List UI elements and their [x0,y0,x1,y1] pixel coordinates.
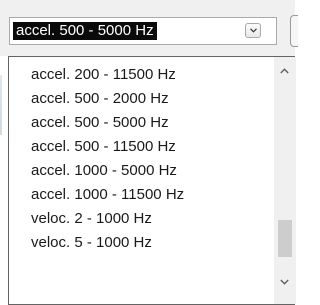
list-item[interactable]: accel. 500 - 5000 Hz [9,111,274,135]
list-item[interactable]: accel. 500 - 2000 Hz [9,87,274,111]
list-item[interactable]: veloc. 5 - 1000 Hz [9,231,274,255]
list-item[interactable]: accel. 500 - 11500 Hz [9,135,274,159]
dropdown-list[interactable]: accel. 200 - 11500 Hz accel. 500 - 2000 H… [8,56,296,305]
scroll-up-icon[interactable] [280,68,289,74]
filter-range-combobox[interactable]: accel. 500 - 5000 Hz [9,17,277,45]
adjacent-control-edge[interactable] [290,15,298,47]
vertical-scrollbar[interactable] [274,57,296,304]
toolbar-area: accel. 500 - 5000 Hz [0,0,298,56]
list-item[interactable]: veloc. 2 - 1000 Hz [9,207,274,231]
chevron-down-icon [250,28,257,33]
list-item[interactable]: accel. 200 - 11500 Hz [9,63,274,87]
dropdown-button[interactable] [245,23,261,38]
combobox-selected-value: accel. 500 - 5000 Hz [13,22,157,40]
list-item[interactable]: accel. 1000 - 11500 Hz [9,183,274,207]
scrollbar-thumb[interactable] [278,220,292,258]
scroll-down-icon[interactable] [280,279,289,285]
background-sliver [0,75,2,135]
list-item[interactable]: accel. 1000 - 5000 Hz [9,159,274,183]
